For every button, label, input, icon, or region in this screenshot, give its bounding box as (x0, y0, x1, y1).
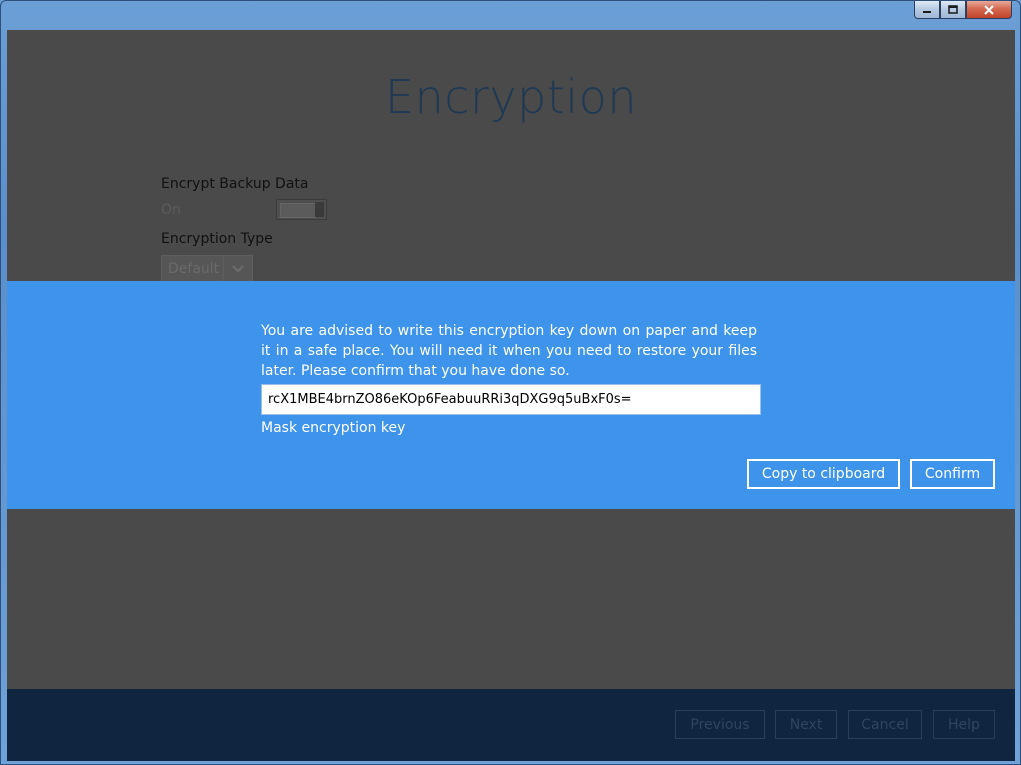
encryption-type-value: Default (168, 261, 220, 277)
encrypt-toggle[interactable] (276, 199, 327, 220)
client-area: Encryption Encrypt Backup Data On Encryp… (7, 30, 1015, 761)
page-title: Encryption (385, 70, 637, 124)
wizard-footer: Previous Next Cancel Help (7, 689, 1015, 761)
close-icon (984, 4, 994, 15)
encryption-type-select[interactable]: Default (161, 255, 253, 283)
next-button[interactable]: Next (775, 710, 837, 739)
help-button[interactable]: Help (933, 710, 995, 739)
window-controls (914, 1, 1012, 19)
encrypt-state-label: On (161, 202, 181, 218)
encryption-key-dialog: You are advised to write this encryption… (7, 281, 1015, 509)
minimize-button[interactable] (914, 1, 940, 19)
title-bar[interactable] (1, 1, 1020, 29)
minimize-icon (923, 10, 931, 13)
encryption-key-field[interactable] (261, 384, 761, 415)
chevron-down-icon (232, 265, 244, 273)
toggle-knob (315, 202, 324, 217)
maximize-button[interactable] (940, 1, 966, 19)
dropdown-arrow[interactable] (223, 256, 252, 282)
close-button[interactable] (966, 1, 1012, 19)
previous-button[interactable]: Previous (675, 710, 765, 739)
toggle-track (280, 203, 316, 218)
encrypt-backup-label: Encrypt Backup Data (161, 176, 309, 192)
mask-encryption-key-link[interactable]: Mask encryption key (261, 420, 405, 436)
maximize-icon (948, 4, 958, 14)
advice-message: You are advised to write this encryption… (261, 323, 757, 379)
confirm-button[interactable]: Confirm (910, 459, 995, 489)
copy-to-clipboard-button[interactable]: Copy to clipboard (747, 459, 900, 489)
application-window: Encryption Encrypt Backup Data On Encryp… (0, 0, 1021, 765)
encryption-type-label: Encryption Type (161, 231, 273, 247)
cancel-button[interactable]: Cancel (848, 710, 922, 739)
